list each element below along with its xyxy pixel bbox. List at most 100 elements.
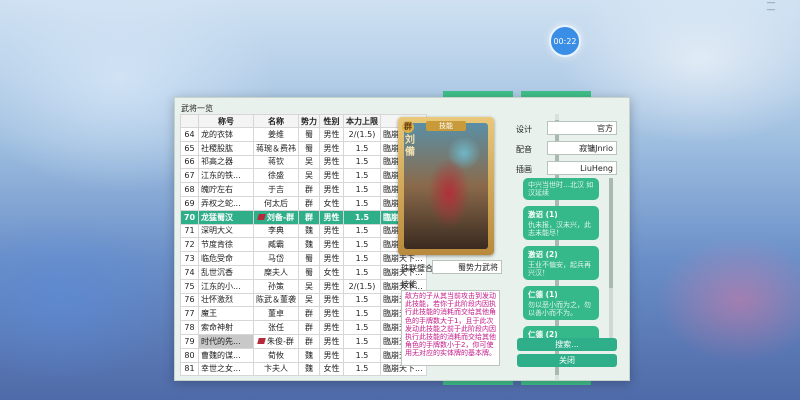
row-faction: 蜀	[298, 140, 320, 156]
quote-title: 激诏 (1)	[528, 210, 558, 219]
row-title-text: 江东的小...	[201, 281, 241, 291]
row-name-text: 何太后	[264, 198, 288, 208]
row-title: 江东的铁...	[198, 168, 254, 184]
row-name: 张任	[253, 320, 299, 335]
row-title: 江东的小...	[198, 278, 254, 294]
row-gender-text: 男性	[323, 157, 340, 167]
row-name-text: 荀攸	[268, 350, 284, 360]
table-row[interactable]: 75 江东的小... 孙策吴男性 2/(1.5) 臨崩天下...	[180, 278, 428, 294]
search-button[interactable]: 搜索...	[517, 338, 617, 351]
row-faction-text: 蜀	[305, 129, 313, 139]
col-faction[interactable]: 势力	[298, 114, 320, 128]
table-row[interactable]: 78索命神射张任群男性1.5臨崩天下...	[180, 320, 428, 335]
table-row[interactable]: 68魄咛左右于吉群男性1.5臨崩天下...	[180, 182, 428, 197]
row-index-text: 73	[184, 254, 195, 264]
table-header: 称号 名称 势力 性别 本力上限 包	[180, 114, 428, 128]
quote-item[interactable]: 仁德 (2)	[523, 326, 599, 338]
row-gender: 女性	[319, 264, 344, 280]
alliance-field: 蜀势力武将	[432, 260, 502, 274]
col-name[interactable]: 名称	[253, 114, 299, 128]
row-name: 李典	[253, 223, 299, 239]
row-gender-text: 男性	[323, 143, 340, 153]
close-button[interactable]: 关闭	[517, 354, 617, 367]
quote-item[interactable]: 激诏 (2) 王业不偏安，起兵再兴汉！	[523, 246, 599, 280]
table-row[interactable]: 70龙猛蜀汉刘备-群群男性1.5臨崩天下...	[180, 209, 428, 225]
countdown-timer: 00:22	[549, 25, 581, 57]
row-title-text: 社稷股肱	[201, 143, 233, 153]
row-title: 索命神射	[198, 320, 254, 335]
table-row[interactable]: 72节度肯徐臧霸魏男性1.5臨崩天下...	[180, 237, 428, 253]
row-index: 69	[180, 195, 199, 211]
row-name: 荀攸	[253, 347, 299, 363]
row-faction: 群	[298, 195, 320, 211]
row-index-text: 74	[184, 267, 195, 277]
row-gender-text: 男性	[323, 281, 340, 291]
row-gender-text: 男性	[323, 350, 340, 360]
row-name: 糜夫人	[253, 264, 299, 280]
row-hp-text: 2/(1.5)	[348, 129, 376, 139]
quote-list[interactable]: 中兴当世时…北汉 如汉延续激诏 (1) 仇未报，汉未兴，此志未能尽！ 激诏 (2) 王…	[519, 178, 609, 338]
row-hp: 1.5	[343, 154, 381, 170]
col-title[interactable]: 称号	[198, 114, 254, 128]
general-portrait	[404, 123, 488, 249]
row-gender-text: 男性	[323, 323, 340, 333]
row-title: 曹魏的谋...	[198, 347, 254, 363]
col-index	[180, 114, 199, 128]
row-name-text: 于吉	[268, 185, 284, 195]
row-faction: 魏	[298, 361, 320, 377]
quote-scroll-thumb[interactable]	[609, 178, 613, 288]
quote-item[interactable]: 中兴当世时…北汉 如汉延续	[523, 178, 599, 200]
row-title: 社稷股肱	[198, 140, 254, 156]
row-hp: 1.5	[343, 251, 381, 266]
row-faction-text: 群	[305, 323, 313, 333]
table-row[interactable]: 64龙的衣钵姜维蜀男性2/(1.5)臨崩天下...	[180, 127, 428, 142]
voice-field: 寂镛Jnrio	[547, 141, 617, 155]
row-gender-text: 男性	[323, 309, 340, 319]
row-index: 72	[180, 237, 199, 253]
row-gender: 女性	[319, 195, 344, 211]
general-table: 称号 名称 势力 性别 本力上限 包 64龙的衣钵姜维蜀男性2/(1.5)臨崩天…	[180, 114, 428, 377]
table-row[interactable]: 71深明大义李典魏男性1.5臨崩天下...	[180, 223, 428, 239]
table-row[interactable]: 74 乱世沉香 糜夫人蜀女性 1.5 臨崩天下...	[180, 264, 428, 280]
row-gender: 男性	[319, 182, 344, 197]
table-row[interactable]: 77魔王董卓群男性1.5臨崩天下...	[180, 306, 428, 322]
row-hp: 1.5	[343, 223, 381, 239]
row-faction: 吴	[298, 278, 320, 294]
row-gender: 男性	[319, 278, 344, 294]
row-gender: 男性	[319, 333, 344, 349]
panel-title: 武将一览	[181, 104, 213, 113]
skill-label: 技能	[401, 280, 417, 289]
table-row[interactable]: 81 幸世之女... 卞夫人魏女性 1.5 臨崩天下...	[180, 361, 428, 377]
close-window-button[interactable]: —	[760, 6, 782, 15]
row-gender: 男性	[319, 306, 344, 322]
row-name: 姜维	[253, 127, 299, 142]
row-hp: 1.5	[343, 182, 381, 197]
row-hp: 2/(1.5)	[343, 278, 381, 294]
row-gender: 男性	[319, 168, 344, 184]
row-index: 68	[180, 182, 199, 197]
col-hp[interactable]: 本力上限	[343, 114, 381, 128]
quote-item[interactable]: 仁德 (1) 勿以恶小而为之，勿以善小而不为。	[523, 286, 599, 320]
quote-scrollbar[interactable]	[609, 178, 613, 338]
table-row[interactable]: 65社稷股肱蒋琬＆费祎蜀男性1.5臨崩天下...	[180, 140, 428, 156]
row-name-text: 徐盛	[268, 171, 284, 181]
row-hp: 1.5	[343, 306, 381, 322]
table-row[interactable]: 69弄权之蛇...何太后群女性1.5臨崩天下...	[180, 195, 428, 211]
row-faction-text: 群	[305, 185, 313, 195]
row-index-text: 70	[183, 212, 196, 222]
quote-item[interactable]: 激诏 (1) 仇未报，汉未兴，此志未能尽！	[523, 206, 599, 240]
window-controls[interactable]: — —	[760, 0, 782, 15]
table-row[interactable]: 79时代的先...朱俊-群群男性1.5臨崩天下...	[180, 333, 428, 349]
row-gender-text: 男性	[323, 240, 340, 250]
row-index: 67	[180, 168, 199, 184]
table-row[interactable]: 67江东的铁...徐盛吴男性1.5臨崩天下...	[180, 168, 428, 184]
row-gender: 男性	[319, 237, 344, 253]
row-pack-text: 臨崩天下...	[383, 254, 423, 264]
table-row[interactable]: 80曹魏的谋...荀攸魏男性1.5臨崩天下...	[180, 347, 428, 363]
table-row[interactable]: 66祁高之器蒋钦吴男性1.5臨崩天下...	[180, 154, 428, 170]
row-name-text: 臧霸	[268, 240, 284, 250]
table-row[interactable]: 73 临危受命 马岱 蜀男性 1.5 臨崩天下...	[180, 251, 428, 266]
col-gender[interactable]: 性别	[319, 114, 344, 128]
row-gender: 男性	[319, 320, 344, 335]
table-row[interactable]: 76壮怀激烈陈武＆董袭吴男性1.5臨崩天下...	[180, 292, 428, 308]
